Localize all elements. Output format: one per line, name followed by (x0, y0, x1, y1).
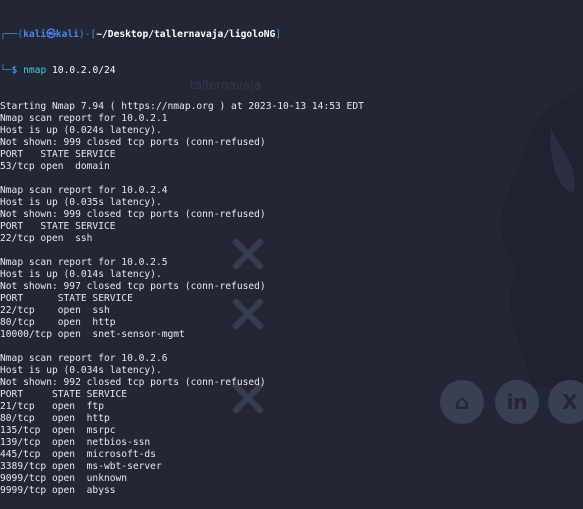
output-line: PORT STATE SERVICE (0, 293, 133, 304)
output-line: Host is up (0.024s latency). (0, 125, 162, 136)
prompt-frame: └─ (0, 65, 12, 76)
output-line: 22/tcp open ssh (0, 305, 110, 316)
output-line: 21/tcp open ftp (0, 401, 104, 412)
command-line: └─$ nmap 10.0.2.0/24 (0, 65, 583, 77)
output-line: Not shown: 999 closed tcp ports (conn-re… (0, 209, 266, 220)
prompt-frame: )-[ (78, 29, 97, 40)
output-line: 9099/tcp open unknown (0, 473, 128, 484)
output-line: Nmap scan report for 10.0.2.5 (0, 257, 168, 268)
prompt-user: kali㉿kali (23, 29, 79, 40)
output-line: Starting Nmap 7.94 ( https://nmap.org ) … (0, 101, 364, 112)
terminal-output[interactable]: ┌──(kali㉿kali)-[~/Desktop/tallernavaja/l… (0, 5, 583, 509)
output-line: Nmap scan report for 10.0.2.6 (0, 353, 168, 364)
output-line: 80/tcp open http (0, 413, 110, 424)
output-line: Nmap scan report for 10.0.2.1 (0, 113, 168, 124)
output-line: 53/tcp open domain (0, 161, 110, 172)
output-line: Host is up (0.014s latency). (0, 269, 162, 280)
command-name: nmap (23, 65, 47, 76)
prompt-frame: ] (275, 29, 282, 40)
prompt-frame: ┌──( (0, 29, 24, 40)
prompt-dollar: $ (11, 65, 18, 76)
output-line: Not shown: 992 closed tcp ports (conn-re… (0, 377, 266, 388)
output-line: PORT STATE SERVICE (0, 221, 116, 232)
scan-output: Starting Nmap 7.94 ( https://nmap.org ) … (0, 101, 583, 497)
output-line: 9999/tcp open abyss (0, 485, 116, 496)
output-line: 3389/tcp open ms-wbt-server (0, 461, 162, 472)
output-line: 22/tcp open ssh (0, 233, 93, 244)
output-line: Nmap scan report for 10.0.2.4 (0, 185, 168, 196)
command-argument: 10.0.2.0/24 (52, 65, 116, 76)
output-line: 135/tcp open msrpc (0, 425, 116, 436)
output-line: Not shown: 999 closed tcp ports (conn-re… (0, 137, 266, 148)
output-line: 10000/tcp open snet-sensor-mgmt (0, 329, 185, 340)
output-line: PORT STATE SERVICE (0, 389, 128, 400)
output-line: 445/tcp open microsoft-ds (0, 449, 156, 460)
output-line: 80/tcp open http (0, 317, 116, 328)
output-line: 139/tcp open netbios-ssn (0, 437, 151, 448)
output-line: Host is up (0.035s latency). (0, 197, 162, 208)
prompt-path: ~/Desktop/tallernavaja/ligoloNG (96, 29, 276, 40)
output-line: Not shown: 997 closed tcp ports (conn-re… (0, 281, 266, 292)
output-line: Host is up (0.034s latency). (0, 365, 162, 376)
output-line: PORT STATE SERVICE (0, 149, 116, 160)
prompt-line: ┌──(kali㉿kali)-[~/Desktop/tallernavaja/l… (0, 29, 583, 41)
